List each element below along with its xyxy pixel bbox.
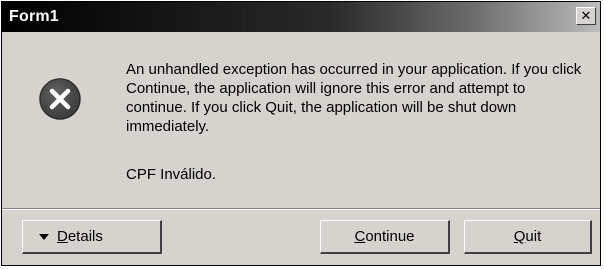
error-message: An unhandled exception has occurred in y… xyxy=(126,60,586,136)
close-icon: ✕ xyxy=(580,8,592,24)
quit-mnemonic: Q xyxy=(513,228,526,245)
details-mnemonic: D xyxy=(57,228,68,245)
quit-button-label: Quit xyxy=(514,228,542,245)
quit-label-rest: uit xyxy=(525,228,542,245)
details-button[interactable]: Details xyxy=(22,220,162,254)
error-icon xyxy=(39,78,81,120)
error-message-text: An unhandled exception has occurred in y… xyxy=(126,61,582,135)
quit-button[interactable]: Quit xyxy=(464,220,592,254)
details-label-rest: etails xyxy=(67,228,103,245)
dialog-window: Form1 ✕ An unhandled exception has occur… xyxy=(1,1,601,266)
dropdown-arrow-icon xyxy=(39,234,49,240)
continue-mnemonic: C xyxy=(354,228,366,245)
divider xyxy=(2,208,600,210)
continue-button[interactable]: Continue xyxy=(320,220,450,254)
exception-detail: CPF Inválido. xyxy=(126,166,217,183)
details-button-label: Details xyxy=(57,228,103,245)
close-button[interactable]: ✕ xyxy=(576,7,596,25)
title-bar[interactable]: Form1 ✕ xyxy=(2,2,600,32)
continue-button-label: Continue xyxy=(354,228,414,245)
window-title: Form1 xyxy=(9,8,59,25)
continue-label-rest: ontinue xyxy=(365,228,415,245)
